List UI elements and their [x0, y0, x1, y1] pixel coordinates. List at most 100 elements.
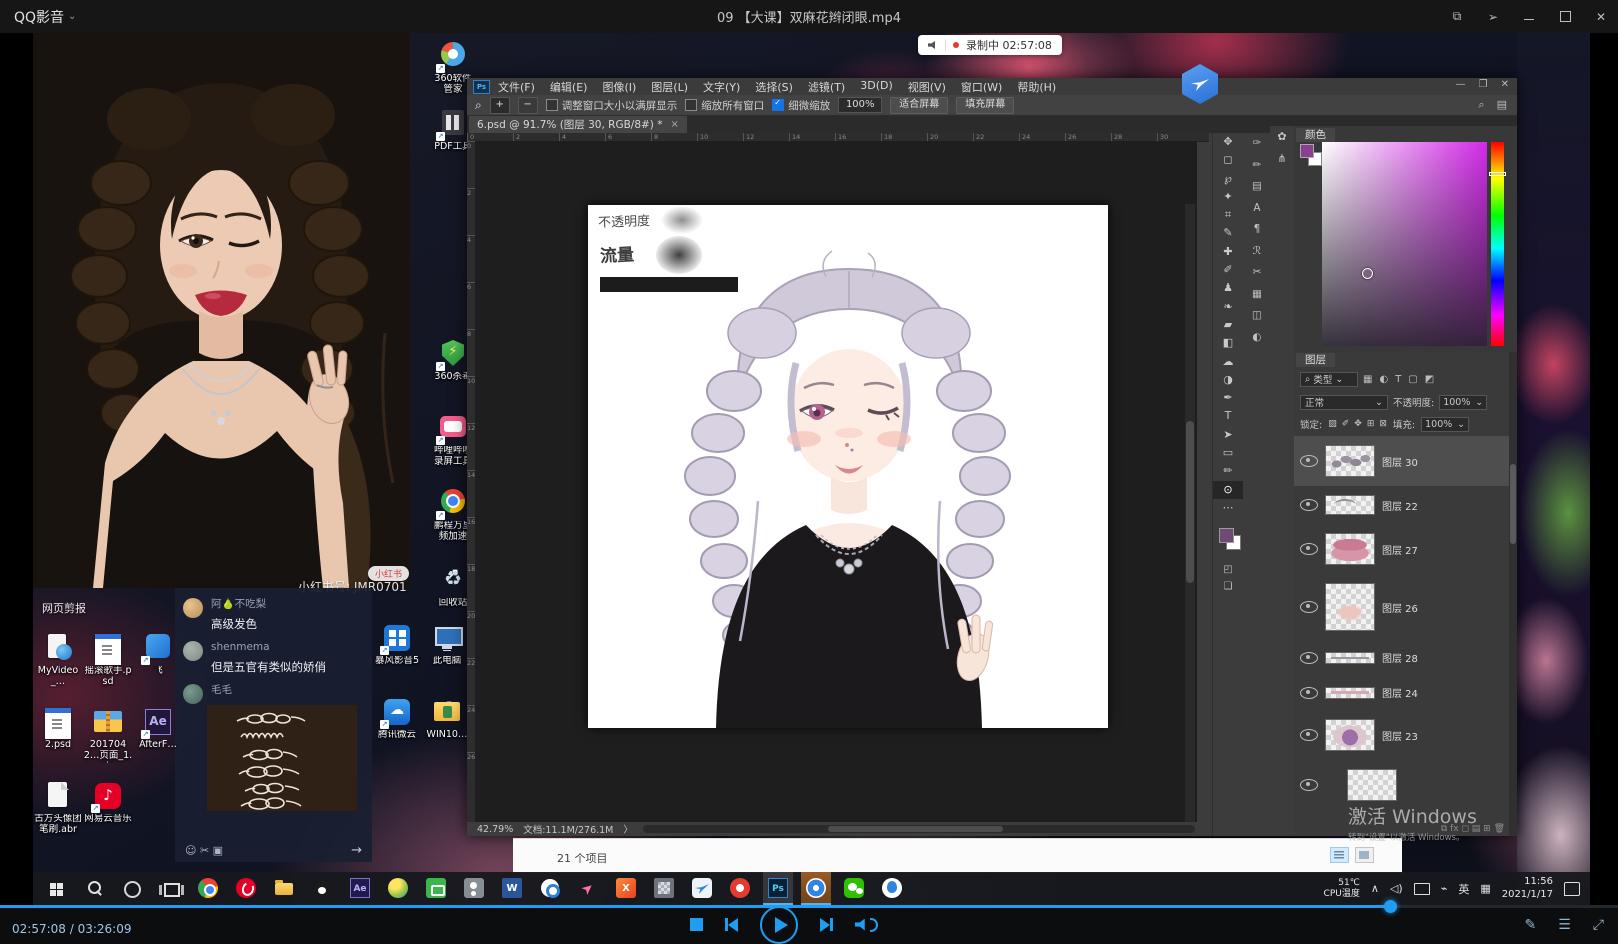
- tray-volume-icon[interactable]: ◁): [1390, 882, 1403, 895]
- crop-tool[interactable]: ⌗: [1213, 206, 1243, 224]
- info-panel-icon[interactable]: ⋔: [1270, 148, 1294, 170]
- lock-all-icon[interactable]: ⊠: [1379, 419, 1387, 429]
- adjustments-panel-icon[interactable]: ◐: [1246, 327, 1268, 349]
- workspace-icon[interactable]: ▤: [1497, 98, 1507, 112]
- avatar[interactable]: [183, 684, 203, 704]
- send-arrow-icon[interactable]: →: [351, 843, 362, 858]
- wechat-taskbar-icon[interactable]: [839, 872, 869, 905]
- search-icon[interactable]: ⌕: [1478, 98, 1484, 112]
- close-tab-icon[interactable]: ×: [671, 119, 679, 130]
- layer-name[interactable]: 图层 23: [1382, 728, 1418, 743]
- desktop-icon-win10-folder[interactable]: ↗ WIN10…: [422, 696, 472, 770]
- paragraph-panel-icon[interactable]: ¶: [1246, 219, 1268, 241]
- menu-item[interactable]: 文字(Y): [703, 79, 740, 95]
- lock-artboard-icon[interactable]: ⊞: [1367, 419, 1375, 429]
- gray-app-taskbar-icon[interactable]: [459, 872, 489, 905]
- zoom-percent-field[interactable]: 100%: [838, 97, 882, 113]
- timeline-panel-icon[interactable]: ◫: [1246, 305, 1268, 327]
- menu-item[interactable]: 图像(I): [602, 79, 636, 95]
- zoom-tool[interactable]: ⊙: [1213, 481, 1243, 499]
- tray-clock[interactable]: 11:56 2021/1/17: [1502, 876, 1553, 901]
- qq-player-taskbar-icon[interactable]: [801, 872, 831, 905]
- layer-row[interactable]: 图层 27: [1294, 524, 1517, 574]
- cortana-button[interactable]: [117, 872, 147, 905]
- ime-indicator[interactable]: 英: [1458, 881, 1469, 897]
- lock-pixels-icon[interactable]: ✐: [1342, 419, 1350, 429]
- smudge-tool[interactable]: ☁: [1213, 353, 1243, 371]
- layer-name[interactable]: 图层 26: [1382, 600, 1418, 615]
- screen-mode-icons[interactable]: ◰❏: [1213, 561, 1243, 595]
- layer-name[interactable]: 图层 27: [1382, 542, 1418, 557]
- close-button[interactable]: ✕: [1590, 7, 1612, 27]
- move-tool[interactable]: ✥: [1213, 133, 1243, 151]
- brushes-panel-icon[interactable]: ✑: [1246, 133, 1268, 155]
- brush-settings-panel-icon[interactable]: ✏: [1246, 155, 1268, 177]
- chat-image-attachment[interactable]: [207, 705, 357, 811]
- action-center-icon[interactable]: [1564, 882, 1580, 896]
- character-panel-icon[interactable]: A: [1246, 198, 1268, 220]
- stop-button[interactable]: [690, 918, 703, 931]
- color-picker-marker[interactable]: [1362, 268, 1373, 279]
- menu-item[interactable]: 文件(F): [498, 79, 535, 95]
- zoom-out-button[interactable]: −: [518, 97, 538, 114]
- layer-thumbnail[interactable]: [1326, 534, 1374, 564]
- canvas-area[interactable]: 不透明度 流量: [475, 141, 1197, 822]
- maximize-button[interactable]: [1554, 7, 1576, 27]
- type-tool[interactable]: T: [1213, 407, 1243, 425]
- layer-row[interactable]: 图层 28: [1294, 640, 1517, 675]
- layers-panel-tab[interactable]: 图层: [1296, 353, 1335, 367]
- layer-filter-kind-dropdown[interactable]: ⌕类型⌄: [1300, 372, 1358, 387]
- desktop-icon-zip[interactable]: ↗ 2017042…页面_1.zip: [83, 706, 133, 780]
- status-arrow[interactable]: 〉: [623, 822, 633, 836]
- layer-visibility-eye-icon[interactable]: [1300, 687, 1318, 699]
- tim-taskbar-icon[interactable]: [877, 872, 907, 905]
- layer-thumbnail[interactable]: [1326, 720, 1374, 750]
- chrome-taskbar-icon[interactable]: [193, 872, 223, 905]
- menu-item[interactable]: 选择(S): [755, 79, 793, 95]
- opacity-value[interactable]: 100%⌄: [1439, 395, 1487, 410]
- pixel-app-taskbar-icon[interactable]: [649, 872, 679, 905]
- zoom-in-button[interactable]: +: [490, 97, 510, 114]
- pencil-tool[interactable]: ✏: [1213, 462, 1243, 480]
- layer-thumbnail[interactable]: [1326, 653, 1374, 663]
- filter-smart-objects-icon[interactable]: ◩: [1425, 374, 1434, 385]
- player-settings-icon[interactable]: ✎: [1525, 917, 1537, 933]
- dodge-tool[interactable]: ◑: [1213, 371, 1243, 389]
- photoshop-logo-icon[interactable]: Ps: [473, 80, 490, 94]
- recording-indicator[interactable]: 录制中 02:57:08: [918, 35, 1062, 55]
- tray-link-icon[interactable]: ⌁: [1441, 882, 1448, 895]
- layer-row[interactable]: 图层 23: [1294, 710, 1517, 760]
- start-button[interactable]: [41, 872, 71, 905]
- chat-panel[interactable]: 阿🍐不吃梨 高级发色: [175, 588, 372, 862]
- path-select-tool[interactable]: ➤: [1213, 426, 1243, 444]
- color-panel-tab[interactable]: 颜色: [1296, 128, 1335, 142]
- ps-minimize-button[interactable]: —: [1456, 79, 1466, 90]
- layer-name[interactable]: 图层 30: [1382, 454, 1418, 469]
- layer-visibility-eye-icon[interactable]: [1300, 652, 1318, 664]
- red-circle-app-taskbar-icon[interactable]: [725, 872, 755, 905]
- layer-name[interactable]: 图层 24: [1382, 685, 1418, 700]
- touch-keyboard-icon[interactable]: ▦: [1480, 882, 1490, 895]
- desktop-icon-rock-singer-psd[interactable]: ↗ 摇滚歌手.psd: [83, 632, 133, 706]
- player-fullscreen-icon[interactable]: ⤢: [1593, 917, 1604, 933]
- marquee-tool[interactable]: ◻: [1213, 151, 1243, 169]
- screenshot-icon[interactable]: ⧉: [1446, 7, 1468, 27]
- clone-source-panel-icon[interactable]: ▤: [1246, 176, 1268, 198]
- tray-display-icon[interactable]: [1414, 883, 1430, 895]
- lasso-tool[interactable]: ℘: [1213, 170, 1243, 188]
- brush-tool[interactable]: ✐: [1213, 261, 1243, 279]
- resize-windows-checkbox[interactable]: 调整窗口大小以满屏显示: [546, 98, 678, 113]
- layer-row[interactable]: 图层 26: [1294, 574, 1517, 640]
- scrubby-zoom-checkbox[interactable]: 细微缩放: [772, 98, 830, 113]
- menu-item[interactable]: 视图(V): [908, 79, 946, 95]
- zoom-tool-icon[interactable]: ⌕: [475, 98, 482, 113]
- layer-thumbnail[interactable]: [1348, 770, 1396, 800]
- artwork-canvas[interactable]: 不透明度 流量: [588, 205, 1108, 728]
- colorful-ball-taskbar-icon[interactable]: [383, 872, 413, 905]
- menu-item[interactable]: 帮助(H): [1017, 79, 1056, 95]
- pen-tool[interactable]: ✒: [1213, 389, 1243, 407]
- desktop-icon-this-pc[interactable]: ↗ 此电脑: [422, 622, 472, 696]
- cut-panel-icon[interactable]: ✂: [1246, 262, 1268, 284]
- history-brush-tool[interactable]: ❧: [1213, 298, 1243, 316]
- desktop-icon-fei[interactable]: ↗ 飞: [133, 632, 183, 706]
